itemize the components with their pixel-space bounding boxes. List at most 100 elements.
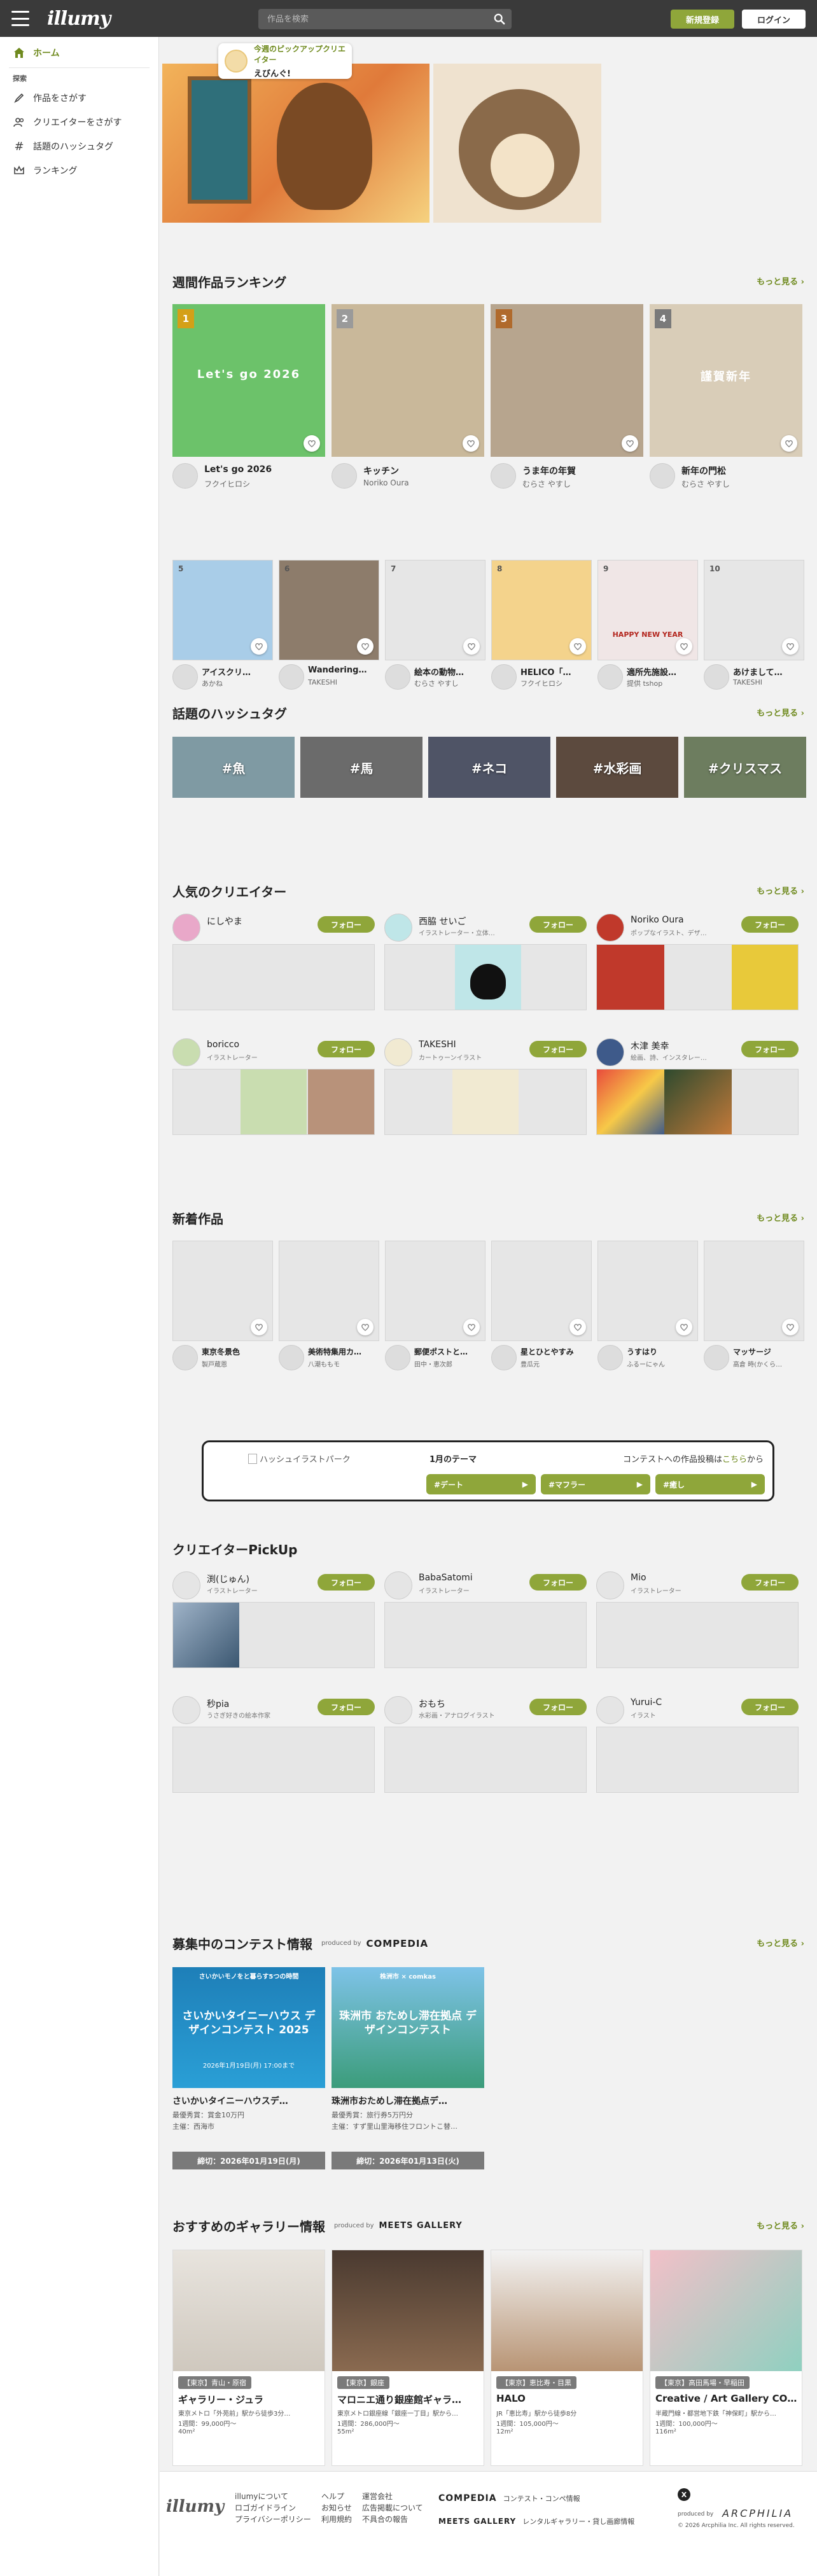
work-title[interactable]: 郵便ポストと… <box>414 1346 484 1357</box>
new-work-artwork[interactable] <box>597 1241 698 1341</box>
creator-card[interactable]: TAKESHI カートゥーンイラスト フォロー <box>384 1038 587 1146</box>
creator-works-preview[interactable] <box>596 944 799 1010</box>
gallery-card[interactable]: 【東京】青山・原宿 ギャラリー・ジュラ 東京メトロ「外苑前」駅から徒歩3分… 1週間：… <box>172 2250 325 2466</box>
author-name[interactable]: あかね <box>202 678 272 688</box>
creator-name[interactable]: にしやま <box>207 915 302 928</box>
follow-button[interactable]: フォロー <box>741 1041 799 1057</box>
creator-works-preview[interactable] <box>172 1069 375 1135</box>
gallery-card[interactable]: 【東京】恵比寿・目黒 HALO JR「恵比寿」駅から徒歩8分 1週間：105,000円… <box>491 2250 643 2466</box>
work-title[interactable]: Let's go 2026 <box>204 464 323 475</box>
favorite-heart-icon[interactable] <box>782 1319 799 1335</box>
search-icon[interactable] <box>494 13 505 25</box>
arcphilia-logo[interactable]: ARCPHILIA <box>722 2507 793 2519</box>
author-name[interactable]: フクイヒロシ <box>204 478 323 489</box>
creator-works-preview[interactable] <box>596 1069 799 1135</box>
gallery-card[interactable]: 【東京】銀座 マロニエ通り銀座館ギャラ… 東京メトロ銀座線「銀座一丁目」駅から… 1週… <box>332 2250 484 2466</box>
gallery-name[interactable]: Creative / Art Gallery COR… <box>655 2393 798 2404</box>
work-title[interactable]: 絵本の動物… <box>414 665 484 678</box>
avatar[interactable] <box>596 914 624 942</box>
work-title[interactable]: マッサージ <box>733 1346 803 1357</box>
creator-works-preview[interactable] <box>172 1602 375 1668</box>
avatar[interactable] <box>597 1345 623 1370</box>
work-title[interactable]: 新年の門松 <box>681 464 800 477</box>
new-work-card[interactable]: 星とひとやすみ 豊瓜元 <box>491 1241 592 1374</box>
ranking-artwork[interactable]: 10 <box>704 560 804 660</box>
footer-link[interactable]: 利用規約 <box>321 2514 352 2525</box>
meets-gallery-logo[interactable]: MEETS GALLERY <box>379 2221 463 2231</box>
avatar[interactable] <box>172 914 200 942</box>
favorite-heart-icon[interactable] <box>569 638 586 655</box>
galleries-more-link[interactable]: もっと見る › <box>757 2219 804 2231</box>
avatar[interactable] <box>385 664 410 690</box>
hashtag-card[interactable]: #水彩画 <box>556 737 678 798</box>
creator-card[interactable]: にしやま フォロー <box>172 914 375 1022</box>
ranking-artwork[interactable]: 5 <box>172 560 273 660</box>
theme-tag-muffler[interactable]: #マフラー ▶ <box>541 1474 650 1494</box>
contests-more-link[interactable]: もっと見る › <box>757 1937 804 1949</box>
author-name[interactable]: 八潮ももモ <box>308 1359 378 1368</box>
avatar[interactable] <box>704 664 729 690</box>
pickup-artwork-hedgehog[interactable] <box>433 64 601 223</box>
gallery-photo[interactable] <box>332 2250 484 2371</box>
gallery-photo[interactable] <box>491 2250 643 2371</box>
avatar[interactable] <box>279 1345 304 1370</box>
author-name[interactable]: むらさ やすし <box>681 478 800 489</box>
compedia-logo[interactable]: COMPEDIA <box>367 1938 429 1949</box>
footer-link[interactable]: お知らせ <box>321 2502 352 2514</box>
login-button[interactable]: ログイン <box>742 10 806 29</box>
creator-card[interactable]: Yurui-C イラスト フォロー <box>596 1696 799 1804</box>
ranking-card[interactable]: 3 うま年の年賀 むらさ やすし <box>491 304 643 508</box>
footer-link[interactable]: ロゴガイドライン <box>235 2502 311 2514</box>
ranking-artwork[interactable]: 8 <box>491 560 592 660</box>
creator-card[interactable]: おもち 水彩画・アナログイラスト フォロー <box>384 1696 587 1804</box>
avatar[interactable] <box>384 914 412 942</box>
avatar[interactable] <box>597 664 623 690</box>
new-work-artwork[interactable] <box>385 1241 485 1341</box>
sidebar-item-find-creators[interactable]: クリエイターをさがす <box>0 110 158 134</box>
creator-works-preview[interactable] <box>596 1727 799 1793</box>
creator-name[interactable]: Noriko Oura <box>631 915 726 925</box>
avatar[interactable] <box>384 1038 412 1066</box>
avatar[interactable] <box>704 1345 729 1370</box>
popular-creators-more-link[interactable]: もっと見る › <box>757 884 804 896</box>
author-name[interactable]: フクイヒロシ <box>520 678 590 688</box>
contest-link[interactable]: こちら <box>722 1455 747 1465</box>
new-work-artwork[interactable] <box>172 1241 273 1341</box>
author-name[interactable]: TAKESHI <box>308 678 378 686</box>
ranking-artwork[interactable]: 3 <box>491 304 643 457</box>
author-name[interactable]: ふるーにゃん <box>627 1359 697 1368</box>
gallery-name[interactable]: HALO <box>496 2393 639 2404</box>
creator-card[interactable]: 木津 美幸 絵画、詩、インスタレー… フォロー <box>596 1038 799 1146</box>
favorite-heart-icon[interactable] <box>569 1319 586 1335</box>
favorite-heart-icon[interactable] <box>622 435 638 452</box>
creator-name[interactable]: 渕(じゅん) <box>207 1573 302 1585</box>
menu-icon[interactable] <box>11 11 29 26</box>
follow-button[interactable]: フォロー <box>318 1574 375 1591</box>
creator-card[interactable]: 西脇 せいご イラストレーター・立体… フォロー <box>384 914 587 1022</box>
creator-works-preview[interactable] <box>384 944 587 1010</box>
avatar[interactable] <box>172 664 198 690</box>
footer-meets[interactable]: MEETS GALLERY レンタルギャラリー・貸し画廊情報 <box>438 2516 634 2526</box>
follow-button[interactable]: フォロー <box>741 916 799 933</box>
favorite-heart-icon[interactable] <box>676 1319 692 1335</box>
follow-button[interactable]: フォロー <box>741 1574 799 1591</box>
follow-button[interactable]: フォロー <box>529 916 587 933</box>
creator-name[interactable]: 秒pia <box>207 1697 302 1710</box>
creator-name[interactable]: Mio <box>631 1573 726 1583</box>
creator-works-preview[interactable] <box>596 1602 799 1668</box>
ranking-card[interactable]: 5 アイスクリ… あかね <box>172 560 273 693</box>
ranking-card[interactable]: HAPPY NEW YEAR 9 適所先施設… 提供 tshop <box>597 560 698 693</box>
creator-works-preview[interactable] <box>172 944 375 1010</box>
hashtag-card[interactable]: #クリスマス <box>684 737 806 798</box>
avatar[interactable] <box>172 463 198 489</box>
ranking-card[interactable]: 10 あけまして… TAKESHI <box>704 560 804 693</box>
ranking-card[interactable]: Let's go 2026 1 Let's go 2026 フクイヒロシ <box>172 304 325 508</box>
ranking-artwork[interactable]: HAPPY NEW YEAR 9 <box>597 560 698 660</box>
avatar[interactable] <box>491 463 516 489</box>
theme-tag-date[interactable]: #デート ▶ <box>426 1474 536 1494</box>
ranking-artwork[interactable]: 2 <box>332 304 484 457</box>
author-name[interactable]: 田中・恵次郎 <box>414 1359 484 1368</box>
new-work-card[interactable]: うすはり ふるーにゃん <box>597 1241 698 1374</box>
work-title[interactable]: 東京冬景色 <box>202 1346 272 1357</box>
ranking-artwork[interactable]: 6 <box>279 560 379 660</box>
